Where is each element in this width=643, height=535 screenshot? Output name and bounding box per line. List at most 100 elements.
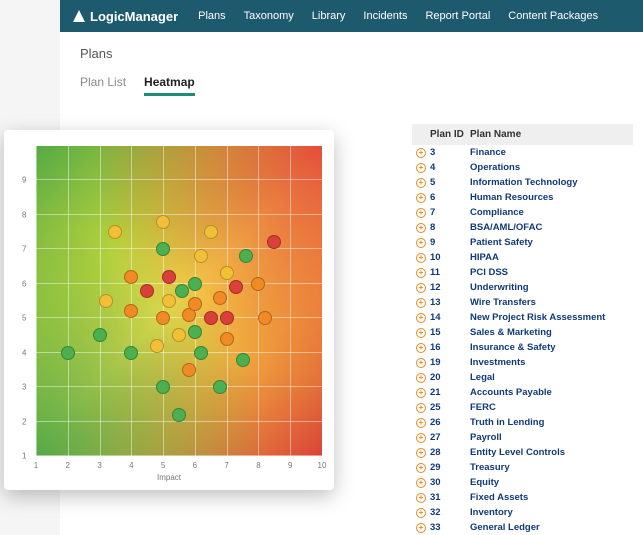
nav-item-incidents[interactable]: Incidents — [363, 10, 407, 22]
table-row[interactable]: +11PCI DSS — [412, 265, 633, 280]
expand-icon[interactable]: + — [416, 493, 426, 503]
table-row[interactable]: +14New Project Risk Assessment — [412, 310, 633, 325]
nav-item-library[interactable]: Library — [312, 10, 346, 22]
plan-name[interactable]: Inventory — [470, 506, 633, 519]
plan-name[interactable]: Underwriting — [470, 281, 633, 294]
plan-name[interactable]: Wire Transfers — [470, 296, 633, 309]
expand-icon[interactable]: + — [416, 478, 426, 488]
heatmap-point[interactable] — [188, 277, 202, 291]
expand-icon[interactable]: + — [416, 283, 426, 293]
table-row[interactable]: +8BSA/AML/OFAC — [412, 220, 633, 235]
table-row[interactable]: +9Patient Safety — [412, 235, 633, 250]
plan-name[interactable]: BSA/AML/OFAC — [470, 221, 633, 234]
expand-icon[interactable]: + — [416, 388, 426, 398]
plan-id[interactable]: 14 — [430, 311, 470, 324]
tab-heatmap[interactable]: Heatmap — [144, 75, 195, 96]
heatmap-point[interactable] — [162, 294, 176, 308]
plan-id[interactable]: 9 — [430, 236, 470, 249]
plan-id[interactable]: 16 — [430, 341, 470, 354]
expand-icon[interactable]: + — [416, 523, 426, 533]
heatmap-point[interactable] — [93, 328, 107, 342]
plan-id[interactable]: 13 — [430, 296, 470, 309]
plan-id[interactable]: 28 — [430, 446, 470, 459]
plan-id[interactable]: 27 — [430, 431, 470, 444]
table-row[interactable]: +31Fixed Assets — [412, 490, 633, 505]
plan-id[interactable]: 12 — [430, 281, 470, 294]
heatmap-point[interactable] — [175, 284, 189, 298]
plan-id[interactable]: 15 — [430, 326, 470, 339]
plan-name[interactable]: New Project Risk Assessment — [470, 311, 633, 324]
heatmap-point[interactable] — [156, 215, 170, 229]
plan-id[interactable]: 3 — [430, 146, 470, 159]
expand-icon[interactable]: + — [416, 223, 426, 233]
plan-name[interactable]: Insurance & Safety — [470, 341, 633, 354]
plan-name[interactable]: Operations — [470, 161, 633, 174]
heatmap-point[interactable] — [150, 339, 164, 353]
plan-id[interactable]: 7 — [430, 206, 470, 219]
plan-name[interactable]: Investments — [470, 356, 633, 369]
plan-id[interactable]: 26 — [430, 416, 470, 429]
nav-item-taxonomy[interactable]: Taxonomy — [244, 10, 294, 22]
expand-icon[interactable]: + — [416, 163, 426, 173]
plan-id[interactable]: 32 — [430, 506, 470, 519]
heatmap-point[interactable] — [124, 304, 138, 318]
table-row[interactable]: +29Treasury — [412, 460, 633, 475]
expand-icon[interactable]: + — [416, 433, 426, 443]
heatmap-point[interactable] — [61, 346, 75, 360]
heatmap-point[interactable] — [172, 328, 186, 342]
plan-id[interactable]: 4 — [430, 161, 470, 174]
heatmap-plot[interactable] — [36, 146, 322, 456]
tab-plan-list[interactable]: Plan List — [80, 75, 126, 96]
table-row[interactable]: +5Information Technology — [412, 175, 633, 190]
table-row[interactable]: +10HIPAA — [412, 250, 633, 265]
heatmap-point[interactable] — [194, 346, 208, 360]
heatmap-point[interactable] — [188, 297, 202, 311]
plan-id[interactable]: 19 — [430, 356, 470, 369]
plan-name[interactable]: Truth in Lending — [470, 416, 633, 429]
heatmap-point[interactable] — [172, 408, 186, 422]
heatmap-point[interactable] — [213, 291, 227, 305]
table-row[interactable]: +19Investments — [412, 355, 633, 370]
heatmap-point[interactable] — [236, 353, 250, 367]
plan-name[interactable]: HIPAA — [470, 251, 633, 264]
heatmap-point[interactable] — [124, 270, 138, 284]
expand-icon[interactable]: + — [416, 403, 426, 413]
plan-name[interactable]: Treasury — [470, 461, 633, 474]
heatmap-point[interactable] — [162, 270, 176, 284]
brand[interactable]: LogicManager — [72, 9, 178, 24]
table-row[interactable]: +3Finance — [412, 145, 633, 160]
expand-icon[interactable]: + — [416, 328, 426, 338]
table-row[interactable]: +32Inventory — [412, 505, 633, 520]
expand-icon[interactable]: + — [416, 298, 426, 308]
heatmap-point[interactable] — [204, 225, 218, 239]
expand-icon[interactable]: + — [416, 418, 426, 428]
expand-icon[interactable]: + — [416, 238, 426, 248]
table-row[interactable]: +12Underwriting — [412, 280, 633, 295]
plan-name[interactable]: Fixed Assets — [470, 491, 633, 504]
plan-name[interactable]: Finance — [470, 146, 633, 159]
expand-icon[interactable]: + — [416, 313, 426, 323]
table-row[interactable]: +21Accounts Payable — [412, 385, 633, 400]
plan-id[interactable]: 30 — [430, 476, 470, 489]
expand-icon[interactable]: + — [416, 148, 426, 158]
table-row[interactable]: +16Insurance & Safety — [412, 340, 633, 355]
heatmap-point[interactable] — [220, 332, 234, 346]
table-row[interactable]: +13Wire Transfers — [412, 295, 633, 310]
heatmap-point[interactable] — [99, 294, 113, 308]
heatmap-point[interactable] — [140, 284, 154, 298]
plan-name[interactable]: Sales & Marketing — [470, 326, 633, 339]
col-header-name[interactable]: Plan Name — [470, 129, 633, 140]
heatmap-point[interactable] — [213, 380, 227, 394]
table-row[interactable]: +30Equity — [412, 475, 633, 490]
plan-name[interactable]: Payroll — [470, 431, 633, 444]
table-row[interactable]: +7Compliance — [412, 205, 633, 220]
table-row[interactable]: +27Payroll — [412, 430, 633, 445]
table-row[interactable]: +20Legal — [412, 370, 633, 385]
expand-icon[interactable]: + — [416, 268, 426, 278]
heatmap-point[interactable] — [156, 242, 170, 256]
heatmap-point[interactable] — [188, 325, 202, 339]
expand-icon[interactable]: + — [416, 343, 426, 353]
expand-icon[interactable]: + — [416, 373, 426, 383]
expand-icon[interactable]: + — [416, 508, 426, 518]
plan-id[interactable]: 25 — [430, 401, 470, 414]
